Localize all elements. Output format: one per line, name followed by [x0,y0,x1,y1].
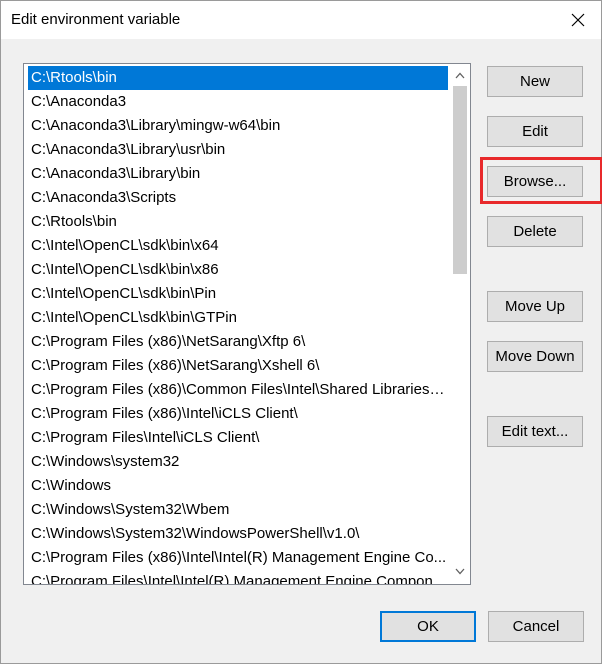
edit-environment-variable-dialog: Edit environment variable C:\Rtools\bin C… [0,0,602,664]
path-list-item[interactable]: C:\Program Files\Intel\Intel(R) Manageme… [28,570,448,584]
chevron-down-icon [455,568,465,575]
path-list-item[interactable]: C:\Anaconda3\Library\bin [28,162,448,186]
path-list-item[interactable]: C:\Program Files (x86)\Intel\Intel(R) Ma… [28,546,448,570]
path-list-item[interactable]: C:\Intel\OpenCL\sdk\bin\x86 [28,258,448,282]
path-list-item[interactable]: C:\Windows\System32\Wbem [28,498,448,522]
path-list-item[interactable]: C:\Anaconda3\Scripts [28,186,448,210]
path-list-item[interactable]: C:\Intel\OpenCL\sdk\bin\x64 [28,234,448,258]
scroll-up-button[interactable] [450,66,470,86]
scroll-down-button[interactable] [450,562,470,582]
path-list-item[interactable]: C:\Rtools\bin [28,210,448,234]
move-down-button[interactable]: Move Down [487,341,583,372]
path-list-item[interactable]: C:\Anaconda3\Library\usr\bin [28,138,448,162]
path-list-item[interactable]: C:\Windows\System32\WindowsPowerShell\v1… [28,522,448,546]
path-list-item[interactable]: C:\Program Files (x86)\Intel\iCLS Client… [28,402,448,426]
path-list[interactable]: C:\Rtools\bin C:\Anaconda3 C:\Anaconda3\Li… [23,63,471,585]
edit-button[interactable]: Edit [487,116,583,147]
path-list-item[interactable]: C:\Windows [28,474,448,498]
path-list-item[interactable]: C:\Anaconda3\Library\mingw-w64\bin [28,114,448,138]
vertical-scrollbar[interactable] [450,64,470,584]
path-list-item[interactable]: C:\Anaconda3 [28,90,448,114]
path-list-item[interactable]: C:\Intel\OpenCL\sdk\bin\Pin [28,282,448,306]
new-button[interactable]: New [487,66,583,97]
path-list-item[interactable]: C:\Program Files (x86)\Common Files\Inte… [28,378,448,402]
title-bar: Edit environment variable [1,1,601,39]
close-button[interactable] [555,1,601,39]
path-list-item[interactable]: C:\Program Files (x86)\NetSarang\Xftp 6\ [28,330,448,354]
cancel-button[interactable]: Cancel [488,611,584,642]
close-icon [571,13,585,27]
move-up-button[interactable]: Move Up [487,291,583,322]
path-list-item[interactable]: C:\Program Files\Intel\iCLS Client\ [28,426,448,450]
path-list-item[interactable]: C:\Program Files (x86)\NetSarang\Xshell … [28,354,448,378]
chevron-up-icon [455,72,465,79]
path-list-item[interactable]: C:\Intel\OpenCL\sdk\bin\GTPin [28,306,448,330]
path-list-item[interactable]: C:\Windows\system32 [28,450,448,474]
path-list-rows: C:\Rtools\bin C:\Anaconda3 C:\Anaconda3\Li… [28,66,448,584]
ok-button[interactable]: OK [380,611,476,642]
edit-text-button[interactable]: Edit text... [487,416,583,447]
path-list-item[interactable]: C:\Rtools\bin [28,66,448,90]
dialog-title: Edit environment variable [11,11,181,28]
scrollbar-thumb[interactable] [453,86,467,274]
browse-highlight-box [480,157,602,204]
delete-button[interactable]: Delete [487,216,583,247]
